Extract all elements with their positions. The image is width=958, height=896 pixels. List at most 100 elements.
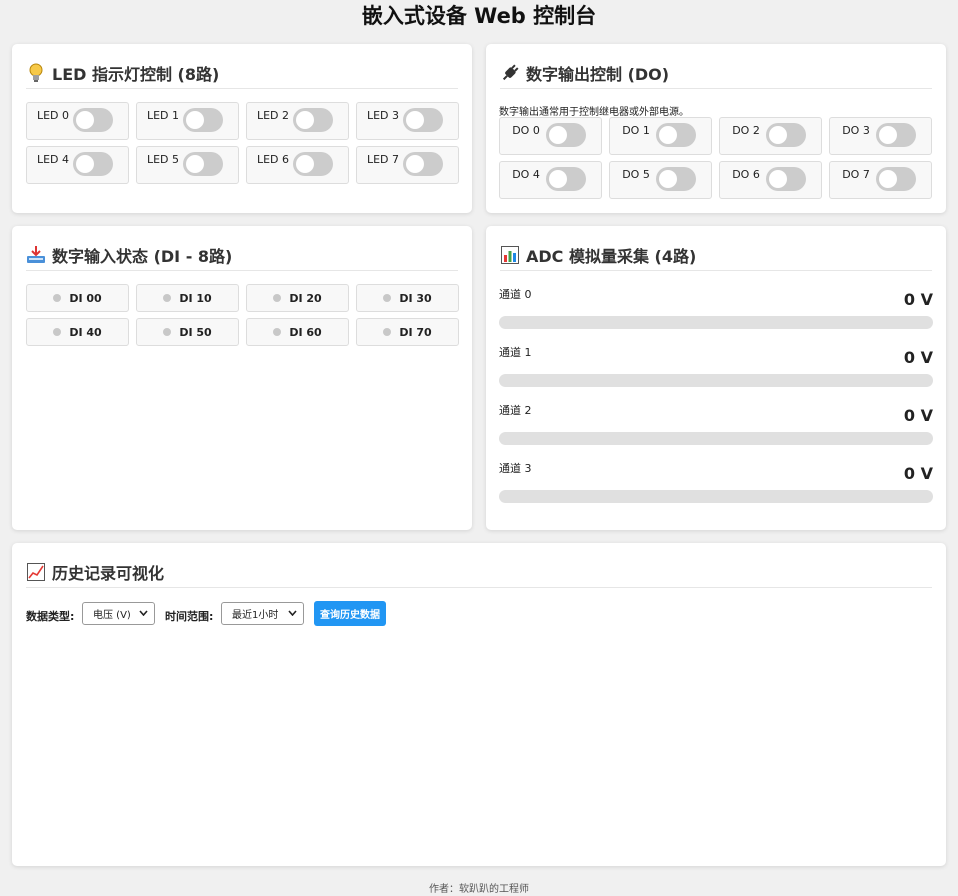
di-value: 0 [424,291,432,305]
led-panel: LED 指示灯控制 (8路) LED 0 LED 1 LED 2 LED 3 LED 4… [12,44,472,213]
status-dot-icon [383,328,392,336]
di-status-item: DI 4 0 [26,318,129,346]
data-type-select[interactable]: 电压 (V) [82,602,155,625]
adc-channel-label: 通道 2 [499,404,532,417]
do-label: DO 4 [512,168,540,181]
lightbulb-icon [26,63,46,83]
do-label: DO 6 [732,168,760,181]
led-switch-item: LED 5 [136,146,239,184]
do-switch-item: DO 3 [829,117,932,155]
query-history-button[interactable]: 查询历史数据 [314,601,386,626]
input-tray-icon [26,245,46,265]
di-panel-title: 数字输入状态 (DI - 8路) [52,247,233,266]
led-switch-item: LED 4 [26,146,129,184]
led-toggle[interactable] [293,108,333,132]
di-label: DI 0 [69,291,95,305]
led-toggle[interactable] [403,152,443,176]
led-toggle[interactable] [183,108,223,132]
led-label: LED 2 [256,109,290,122]
adc-channel-label: 通道 3 [499,462,532,475]
do-toggle[interactable] [656,167,696,191]
adc-channel-value: 0 V [903,348,933,367]
led-grid: LED 0 LED 1 LED 2 LED 3 LED 4 LED 5 LED 6 LED 7 [26,102,459,184]
di-label: DI 2 [289,291,315,305]
di-status-item: DI 3 0 [356,284,459,312]
di-panel: 数字输入状态 (DI - 8路) DI 0 0 DI 1 0 DI 2 0 DI 3 … [12,226,472,530]
led-toggle[interactable] [293,152,333,176]
adc-channel-value: 0 V [903,406,933,425]
adc-panel-title: ADC 模拟量采集 (4路) [526,247,697,266]
adc-panel-header: ADC 模拟量采集 (4路) [500,240,932,271]
bar-chart-icon [500,245,520,265]
di-panel-header: 数字输入状态 (DI - 8路) [26,240,458,271]
di-label: DI 4 [69,325,95,339]
di-label: DI 6 [289,325,315,339]
led-label: LED 5 [146,153,180,166]
adc-progress-bar [499,490,933,503]
do-label: DO 5 [622,168,650,181]
di-grid: DI 0 0 DI 1 0 DI 2 0 DI 3 0 DI 4 0 DI 5 0 DI 6… [26,284,459,346]
di-value: 0 [94,325,102,339]
led-switch-item: LED 3 [356,102,459,140]
di-value: 0 [204,291,212,305]
do-panel: 数字输出控制 (DO) 数字输出通常用于控制继电器或外部电源。 DO 0 DO 1… [486,44,946,213]
do-switch-item: DO 4 [499,161,602,199]
data-type-value: 电压 (V) [93,610,131,621]
status-dot-icon [383,294,392,302]
status-dot-icon [273,328,282,336]
do-grid: DO 0 DO 1 DO 2 DO 3 DO 4 DO 5 DO 6 DO 7 [499,117,932,199]
di-value: 0 [424,325,432,339]
chevron-down-icon [139,610,148,616]
do-switch-item: DO 5 [609,161,712,199]
status-dot-icon [53,328,62,336]
di-value: 0 [314,291,322,305]
do-toggle[interactable] [656,123,696,147]
status-dot-icon [163,328,172,336]
adc-channel-row: 通道 2 0 V [499,402,933,452]
history-panel-title: 历史记录可视化 [52,564,165,583]
time-range-label: 时间范围: [165,610,214,623]
time-range-select[interactable]: 最近1小时 [221,602,304,625]
data-type-label: 数据类型: [26,610,75,623]
led-label: LED 7 [366,153,400,166]
led-switch-item: LED 7 [356,146,459,184]
adc-progress-bar [499,374,933,387]
di-status-item: DI 7 0 [356,318,459,346]
do-switch-item: DO 6 [719,161,822,199]
di-label: DI 7 [399,325,425,339]
page-title: 嵌入式设备 Web 控制台 [361,4,597,28]
di-label: DI 3 [399,291,425,305]
di-status-item: DI 0 0 [26,284,129,312]
adc-channel-label: 通道 0 [499,288,532,301]
status-dot-icon [163,294,172,302]
led-toggle[interactable] [73,108,113,132]
adc-progress-bar [499,432,933,445]
led-toggle[interactable] [403,108,443,132]
led-switch-item: LED 6 [246,146,349,184]
do-toggle[interactable] [766,123,806,147]
do-description: 数字输出通常用于控制继电器或外部电源。 [499,107,689,118]
led-switch-item: LED 2 [246,102,349,140]
do-switch-item: DO 0 [499,117,602,155]
di-value: 0 [314,325,322,339]
do-toggle[interactable] [546,123,586,147]
history-panel: 历史记录可视化 数据类型: 电压 (V) 时间范围: 最近1小时 查询历史数据 [12,543,946,866]
led-toggle[interactable] [73,152,113,176]
di-label: DI 1 [179,291,205,305]
chevron-down-icon [288,610,297,616]
do-toggle[interactable] [546,167,586,191]
do-toggle[interactable] [876,123,916,147]
do-label: DO 2 [732,124,760,137]
plug-icon [500,63,520,83]
line-chart-icon [26,562,46,582]
do-panel-title: 数字输出控制 (DO) [526,65,670,84]
led-label: LED 3 [366,109,400,122]
led-label: LED 4 [36,153,70,166]
do-toggle[interactable] [766,167,806,191]
led-label: LED 6 [256,153,290,166]
led-toggle[interactable] [183,152,223,176]
status-dot-icon [53,294,62,302]
do-switch-item: DO 2 [719,117,822,155]
do-toggle[interactable] [876,167,916,191]
adc-panel: ADC 模拟量采集 (4路) 通道 00 V 通道 10 V 通道 20 V 通道 3… [486,226,946,530]
